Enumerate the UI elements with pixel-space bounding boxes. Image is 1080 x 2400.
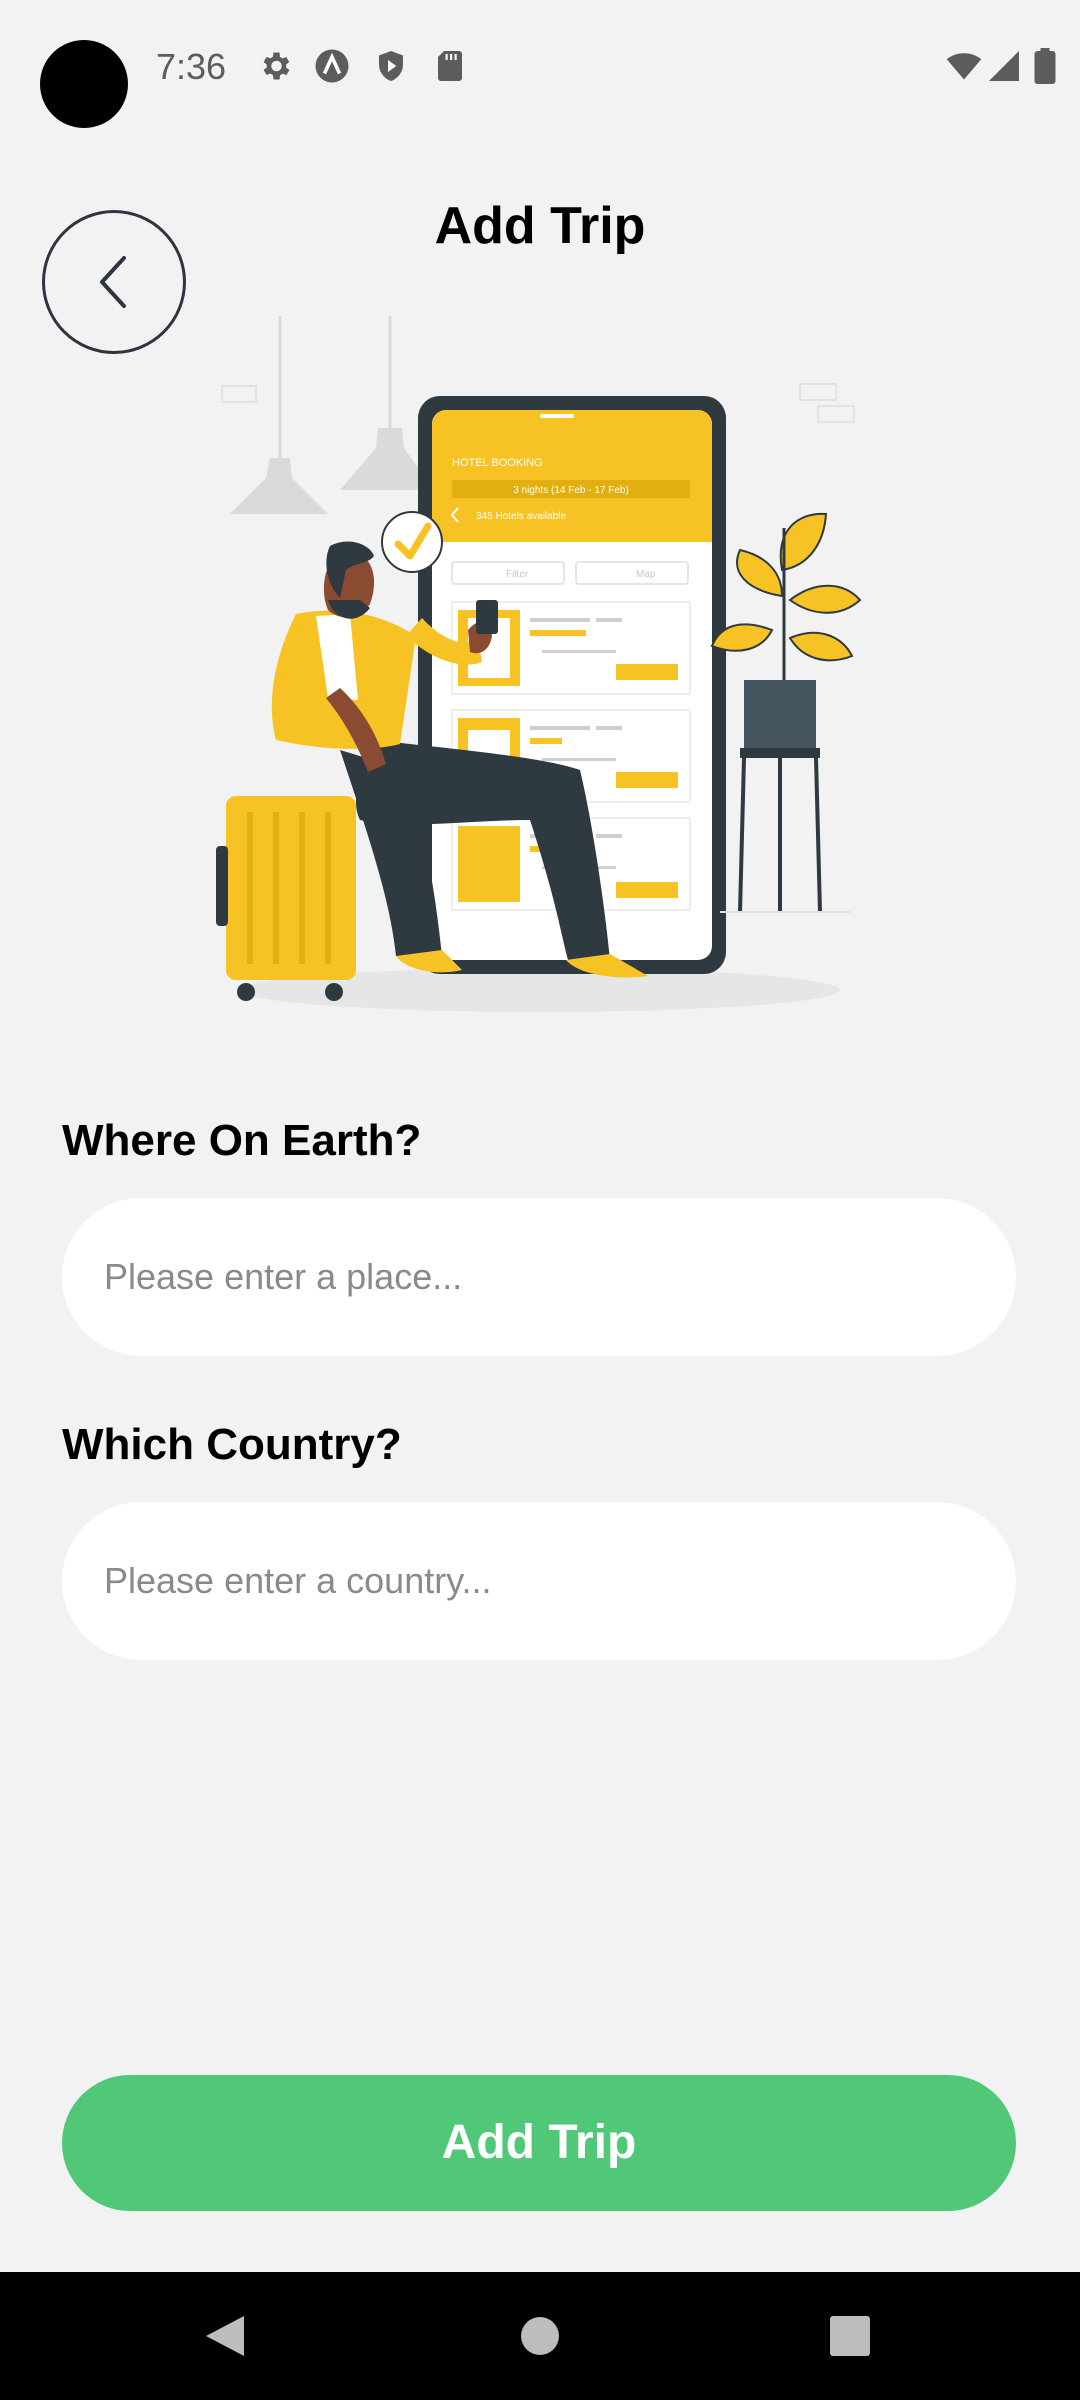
gear-icon (263, 52, 290, 80)
nav-home-icon[interactable] (520, 2316, 560, 2356)
battery-icon (1034, 48, 1056, 84)
place-input[interactable] (62, 1198, 1016, 1356)
sd-card-icon (438, 51, 462, 81)
chevron-left-icon (100, 256, 126, 308)
camera-cutout (40, 40, 128, 128)
phone-header-text: HOTEL BOOKING (452, 457, 543, 469)
place-label: Where On Earth? (62, 1116, 422, 1165)
nav-recents-icon[interactable] (830, 2316, 870, 2356)
system-nav-bar (0, 2272, 1080, 2400)
wifi-icon (946, 53, 982, 80)
a-circle-icon (315, 49, 349, 83)
country-label: Which Country? (62, 1420, 402, 1469)
page-title: Add Trip (434, 197, 646, 255)
signal-icon (989, 51, 1019, 81)
phone-filter-text: Filter (506, 569, 529, 580)
phone-map-text: Map (636, 569, 656, 580)
shield-play-icon (379, 51, 403, 81)
travel-booking-illustration: HOTEL BOOKING 3 nights (14 Feb - 17 Feb)… (216, 316, 862, 1012)
phone-results-text: 345 Hotels available (476, 511, 566, 522)
phone-dates-text: 3 nights (14 Feb - 17 Feb) (513, 485, 629, 496)
add-trip-button[interactable]: Add Trip (62, 2075, 1016, 2211)
nav-back-icon[interactable] (204, 2314, 246, 2358)
country-input[interactable] (62, 1502, 1016, 1660)
status-time: 7:36 (156, 46, 227, 87)
